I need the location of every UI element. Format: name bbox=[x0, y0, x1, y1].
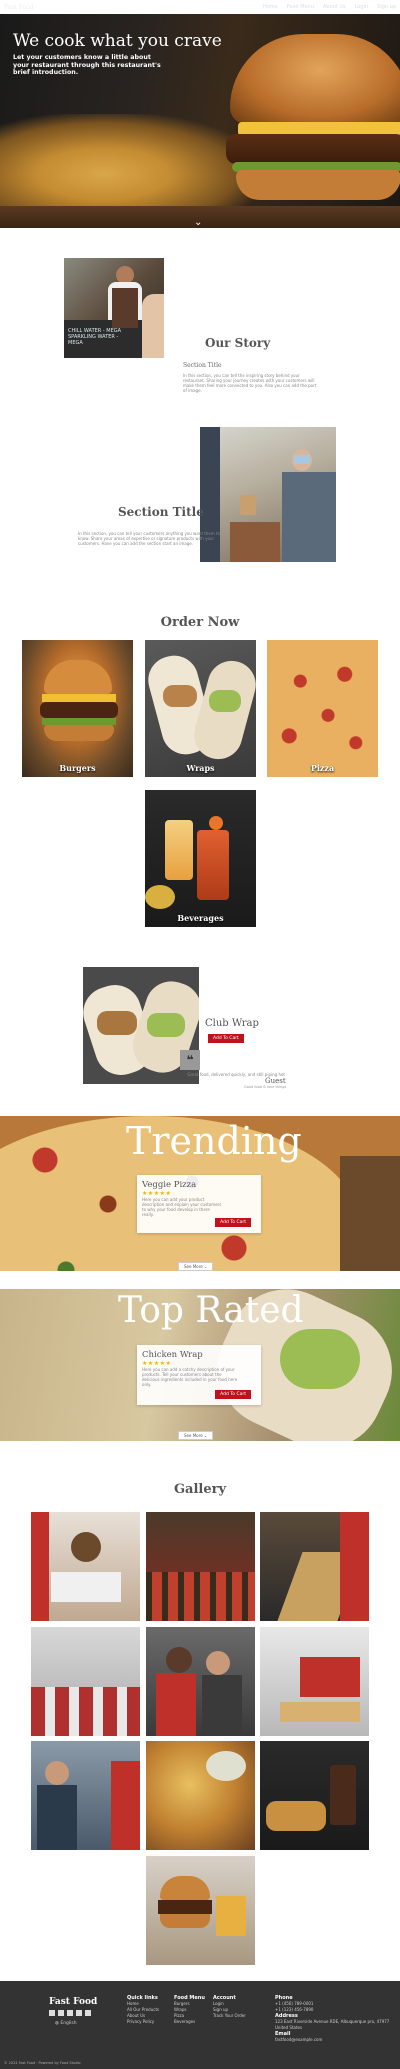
hero-banner: We cook what you crave Let your customer… bbox=[0, 14, 400, 228]
top-rated-rating-stars: ★★★★★ bbox=[142, 1360, 172, 1367]
nav-sign-up[interactable]: Sign up bbox=[377, 4, 396, 10]
nav-about-us[interactable]: About Us bbox=[323, 4, 346, 10]
gallery-image-10[interactable] bbox=[146, 1856, 255, 1965]
footer-brand: Fast Food bbox=[49, 1997, 98, 2007]
see-more-label: See More bbox=[184, 1264, 203, 1269]
footer-link-about[interactable]: About Us bbox=[127, 2013, 145, 2018]
top-rated-add-to-cart-button[interactable]: Add To Cart bbox=[215, 1390, 251, 1399]
featured-add-to-cart-button[interactable]: Add To Cart bbox=[208, 1034, 244, 1043]
footer-link-login[interactable]: Login bbox=[213, 2001, 224, 2006]
category-beverages[interactable]: Beverages bbox=[145, 790, 256, 927]
burger-bun bbox=[236, 170, 400, 200]
story-title: Our Story bbox=[205, 336, 271, 350]
nav-food-menu[interactable]: Food Menu bbox=[287, 4, 314, 10]
instagram-icon[interactable] bbox=[67, 2010, 73, 2016]
footer-link-privacy[interactable]: Privacy Policy bbox=[127, 2019, 154, 2024]
footer-link-all-products[interactable]: All Our Products bbox=[127, 2007, 159, 2012]
section2-text: In this section, you can tell your custo… bbox=[78, 531, 220, 546]
trending-card: Veggie Pizza ★★★★★ Here you can add your… bbox=[137, 1175, 261, 1233]
email-link[interactable]: fastfood@example.com bbox=[275, 2037, 322, 2042]
top-rated-card: Chicken Wrap ★★★★★ Here you can add a ca… bbox=[137, 1345, 261, 1405]
trending-see-more-button[interactable]: See More ⌄ bbox=[178, 1262, 214, 1271]
linkedin-icon[interactable] bbox=[85, 2010, 91, 2016]
hero-subtitle: Let your customers know a little about y… bbox=[13, 54, 161, 77]
gallery-image-4[interactable] bbox=[31, 1627, 140, 1736]
chevron-down-icon[interactable]: ⌄ bbox=[194, 217, 202, 228]
footer-contact: Phone +1 (456) 789-0001 +1 (123) 456-789… bbox=[275, 1995, 390, 2043]
trending-rating-stars: ★★★★★ bbox=[142, 1190, 172, 1197]
gallery-image-6[interactable] bbox=[260, 1627, 369, 1736]
category-label-beverages: Beverages bbox=[177, 913, 224, 923]
gallery-image-1[interactable] bbox=[31, 1512, 140, 1621]
burger-image bbox=[230, 34, 400, 124]
story-text: In this section, you can tell the inspir… bbox=[183, 373, 317, 393]
category-wraps[interactable]: Wraps bbox=[145, 640, 256, 777]
footer-link-beverages[interactable]: Beverages bbox=[174, 2019, 195, 2024]
footer-link-burgers[interactable]: Burgers bbox=[174, 2001, 190, 2006]
facebook-icon[interactable] bbox=[49, 2010, 55, 2016]
gallery-title: Gallery bbox=[173, 1482, 227, 1497]
phone-number-2[interactable]: +1 (123) 456-7890 bbox=[275, 2007, 313, 2012]
language-selector[interactable]: ◍ English bbox=[55, 2021, 77, 2026]
footer-link-track-order[interactable]: Track Your Order bbox=[213, 2013, 246, 2018]
testimonial-date: Good food & love things bbox=[244, 1085, 287, 1089]
trending-add-to-cart-button[interactable]: Add To Cart bbox=[215, 1218, 251, 1227]
fries-image bbox=[0, 114, 260, 214]
category-label-pizza: Pizza bbox=[310, 763, 335, 773]
twitter-icon[interactable] bbox=[58, 2010, 64, 2016]
copyright: © 2024 Fast Food · Powered by Food Studi… bbox=[4, 2061, 81, 2065]
main-nav: Home Food Menu About Us Login Sign up bbox=[263, 4, 396, 10]
top-rated-see-more-button[interactable]: See More ⌄ bbox=[178, 1431, 214, 1440]
top-navbar: Fast Food Home Food Menu About Us Login … bbox=[0, 0, 400, 14]
trending-title: Trending bbox=[126, 1119, 302, 1163]
order-now-title: Order Now bbox=[160, 615, 240, 630]
top-rated-item-name: Chicken Wrap bbox=[142, 1350, 203, 1360]
quote-icon: ❝ bbox=[180, 1050, 200, 1070]
youtube-icon[interactable] bbox=[76, 2010, 82, 2016]
trending-text: Here you can add your product descriptio… bbox=[142, 1197, 222, 1217]
nav-login[interactable]: Login bbox=[355, 4, 369, 10]
footer-account: Account Login Sign up Track Your Order bbox=[213, 1995, 246, 2019]
top-rated-text: Here you can add a catchy description of… bbox=[142, 1367, 238, 1387]
story-image: CHILL WATER - MEGA SPARKLING WATER - MEGA bbox=[64, 258, 164, 358]
hero-title: We cook what you crave bbox=[13, 31, 222, 51]
phone-number-1[interactable]: +1 (456) 789-0001 bbox=[275, 2001, 313, 2006]
category-burgers[interactable]: Burgers bbox=[22, 640, 133, 777]
burger-patty bbox=[226, 134, 400, 164]
brand-logo[interactable]: Fast Food bbox=[4, 4, 34, 11]
category-label-burgers: Burgers bbox=[59, 763, 96, 773]
gallery-image-7[interactable] bbox=[31, 1741, 140, 1850]
footer-link-pizza[interactable]: Pizza bbox=[174, 2013, 184, 2018]
address-text: 123 East Riverside Avenue RDE, Albuquerq… bbox=[275, 2019, 390, 2030]
footer: Fast Food ◍ English Quick links Home All… bbox=[0, 1981, 400, 2069]
category-pizza[interactable]: Pizza bbox=[267, 640, 378, 777]
footer-quick-links: Quick links Home All Our Products About … bbox=[127, 1995, 159, 2025]
trending-item-name: Veggie Pizza bbox=[142, 1180, 197, 1190]
top-rated-title: Top Rated bbox=[118, 1290, 304, 1331]
gallery-image-8[interactable] bbox=[146, 1741, 255, 1850]
language-label: English bbox=[60, 2021, 77, 2026]
featured-item-name: Club Wrap bbox=[205, 1018, 259, 1029]
category-label-wraps: Wraps bbox=[186, 763, 215, 773]
gallery-image-9[interactable] bbox=[260, 1741, 369, 1850]
testimonial-author: Guest bbox=[265, 1077, 286, 1085]
footer-food-menu: Food Menu Burgers Wraps Pizza Beverages bbox=[174, 1995, 205, 2025]
gallery-image-3[interactable] bbox=[260, 1512, 369, 1621]
footer-link-wraps[interactable]: Wraps bbox=[174, 2007, 187, 2012]
kitchen-image bbox=[200, 427, 336, 562]
story-section-title: Section Title bbox=[183, 362, 222, 369]
gallery-image-2[interactable] bbox=[146, 1512, 255, 1621]
see-more-label: See More bbox=[184, 1433, 203, 1438]
social-icons bbox=[49, 2010, 91, 2016]
footer-link-home[interactable]: Home bbox=[127, 2001, 139, 2006]
nav-home[interactable]: Home bbox=[263, 4, 278, 10]
section2-title: Section Title bbox=[118, 505, 204, 519]
footer-link-signup[interactable]: Sign up bbox=[213, 2007, 228, 2012]
gallery-image-5[interactable] bbox=[146, 1627, 255, 1736]
